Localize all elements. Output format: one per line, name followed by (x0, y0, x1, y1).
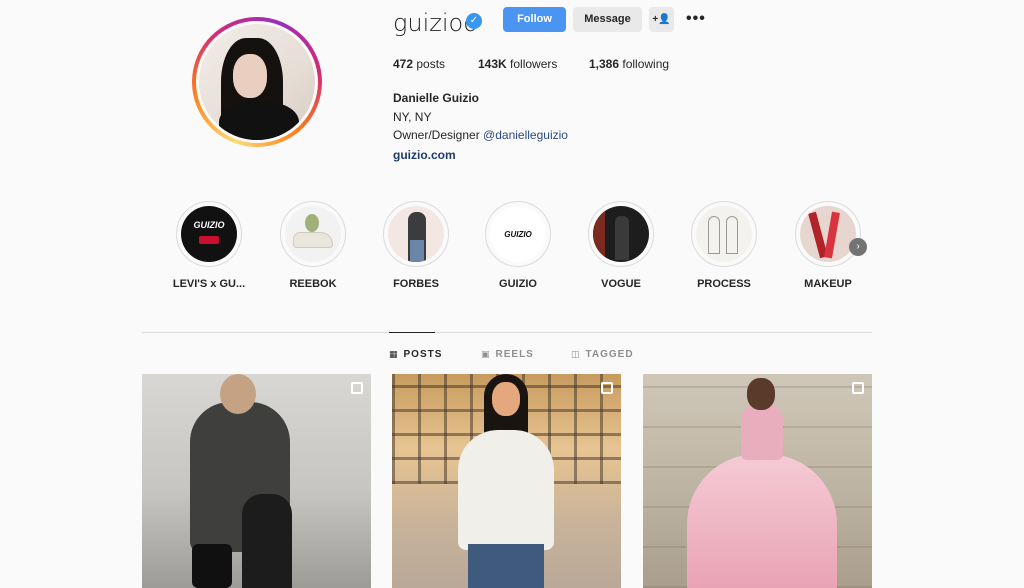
highlight-ring: GUIZIO (176, 201, 242, 267)
carousel-icon (852, 382, 864, 394)
post-photo-bag (192, 544, 232, 588)
posts-count: 472 (393, 57, 414, 71)
highlight-label: REEBOK (289, 278, 337, 290)
post-photo-top (741, 404, 783, 460)
highlight-ring (795, 201, 861, 267)
backdrop-image (593, 206, 605, 262)
carousel-icon (601, 382, 613, 394)
levis-logo-icon (199, 236, 219, 244)
post-photo-shirt (458, 430, 554, 550)
stat-posts: 472 posts (393, 57, 445, 71)
highlight-cover: GUIZIO (181, 206, 237, 262)
sneaker-image (293, 232, 333, 248)
tab-reels-label: REELS (495, 349, 534, 360)
avatar-photo (199, 24, 315, 140)
avatar-face (233, 54, 267, 98)
profile-avatar[interactable] (192, 17, 322, 147)
tab-posts-label: POSTS (403, 349, 443, 360)
post-photo-jeans (468, 544, 544, 588)
highlight-cover-text: GUIZIO (193, 220, 225, 230)
highlight-label: FORBES (393, 278, 439, 290)
highlight-levis[interactable]: GUIZIO LEVI'S x GU... (169, 201, 249, 290)
post-photo-head (220, 374, 256, 414)
followers-count: 143K (478, 57, 507, 71)
highlight-ring (691, 201, 757, 267)
profile-username: guizioo (393, 9, 478, 37)
bio-name: Danielle Guizio (393, 91, 480, 105)
bio-website-link[interactable]: guizio.com (393, 148, 456, 162)
reels-icon: ▣ (481, 349, 491, 359)
tab-tagged-label: TAGGED (585, 349, 634, 360)
message-button[interactable]: Message (573, 7, 642, 32)
posts-label: posts (416, 57, 446, 71)
sketch-image (708, 216, 720, 254)
post-photo-face (492, 382, 520, 416)
post-thumbnail[interactable] (142, 374, 371, 588)
highlight-cover (800, 206, 856, 262)
plant-image (305, 214, 319, 232)
add-person-icon[interactable]: +👤 (649, 7, 674, 32)
highlight-label: GUIZIO (499, 278, 537, 290)
post-photo-leg (242, 494, 292, 588)
sketch-image (726, 216, 738, 254)
tab-reels[interactable]: ▣ REELS (481, 349, 534, 360)
highlight-reebok[interactable]: REEBOK (273, 201, 353, 290)
highlight-guizio[interactable]: GUIZIO GUIZIO (478, 201, 558, 290)
guizio-logo: GUIZIO (504, 230, 532, 239)
bio-mention-link[interactable]: @danielleguizio (483, 128, 568, 142)
more-options-icon[interactable]: ••• (686, 10, 706, 28)
highlight-forbes[interactable]: FORBES (376, 201, 456, 290)
stat-following[interactable]: 1,386 following (589, 57, 669, 71)
tagged-icon: ◫ (571, 349, 581, 359)
jeans-image (410, 240, 424, 262)
highlight-cover (593, 206, 649, 262)
highlight-ring: GUIZIO (485, 201, 551, 267)
post-thumbnail[interactable] (643, 374, 872, 588)
follow-button[interactable]: Follow (503, 7, 566, 32)
bio-role-text: Owner/Designer (393, 128, 484, 142)
chevron-right-icon[interactable]: › (849, 238, 867, 256)
following-label: following (622, 57, 670, 71)
highlight-label: LEVI'S x GU... (172, 278, 246, 290)
active-tab-indicator (389, 332, 435, 333)
highlight-ring (280, 201, 346, 267)
highlight-label: MAKEUP (804, 278, 852, 290)
highlight-cover: GUIZIO (490, 206, 546, 262)
tab-posts[interactable]: ▦ POSTS (389, 349, 442, 360)
highlight-label: VOGUE (601, 278, 641, 290)
stat-followers[interactable]: 143K followers (478, 57, 557, 71)
followers-label: followers (510, 57, 558, 71)
tabs-divider (142, 332, 872, 333)
lipstick-image (824, 211, 840, 259)
post-photo-gown (687, 454, 837, 588)
tab-tagged[interactable]: ◫ TAGGED (571, 349, 634, 360)
post-photo-head (747, 378, 775, 410)
bio-role: Owner/Designer @danielleguizio (393, 128, 568, 142)
highlight-cover (696, 206, 752, 262)
grid-icon: ▦ (389, 349, 399, 359)
highlight-vogue[interactable]: VOGUE (581, 201, 661, 290)
carousel-icon (351, 382, 363, 394)
post-thumbnail[interactable] (392, 374, 621, 588)
avatar-body (219, 102, 299, 140)
highlight-ring (383, 201, 449, 267)
highlight-process[interactable]: PROCESS (684, 201, 764, 290)
following-count: 1,386 (589, 57, 620, 71)
verified-badge-icon: ✓ (466, 13, 482, 29)
figure-image (615, 216, 629, 260)
highlight-cover (285, 206, 341, 262)
highlight-label: PROCESS (697, 278, 751, 290)
avatar-ring-gap (196, 21, 318, 143)
highlight-ring (588, 201, 654, 267)
bio-location: NY, NY (393, 110, 432, 124)
highlight-cover (388, 206, 444, 262)
